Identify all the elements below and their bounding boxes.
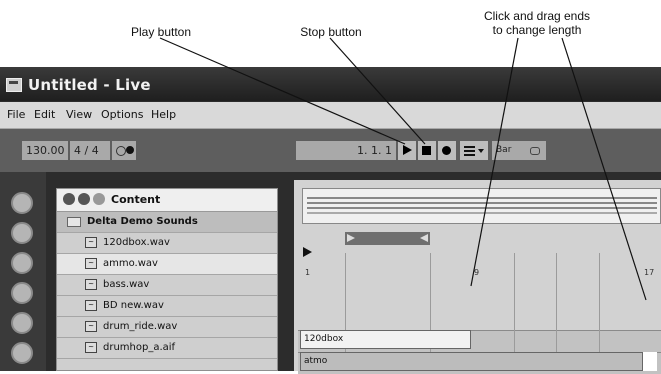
- metronome-icon: [116, 146, 126, 156]
- signature-field[interactable]: 4 / 4: [70, 141, 110, 160]
- title-bar: Untitled - Live: [0, 67, 661, 101]
- file-name: drumhop_a.aif: [103, 342, 176, 353]
- browser-header: Content: [57, 189, 277, 212]
- arrangement-view: 1 9 17 120dbox atmo: [294, 180, 661, 374]
- play-button[interactable]: [398, 141, 416, 160]
- overview-waveform: [307, 197, 657, 199]
- live-window: Untitled - Live File Edit View Options H…: [0, 67, 661, 374]
- list-item[interactable]: ~120dbox.wav: [57, 233, 277, 254]
- wav-file-icon: ~: [85, 321, 97, 332]
- list-item[interactable]: ~ bass.wav: [57, 275, 277, 296]
- quantize-field[interactable]: Bar: [492, 141, 546, 160]
- browser-mode-3-icon[interactable]: [93, 193, 105, 205]
- browser-header-label: Content: [111, 193, 161, 206]
- ruler-label: 17: [644, 268, 655, 277]
- wav-file-icon: ~: [85, 237, 97, 248]
- quantize-label: Bar: [496, 145, 512, 155]
- list-item[interactable]: ~ ammo.wav: [57, 254, 277, 275]
- plug-icon[interactable]: [11, 252, 33, 274]
- folder-label: Delta Demo Sounds: [87, 216, 198, 227]
- metronome-dot: [126, 146, 134, 154]
- file-browser: Content Delta Demo Sounds ~120dbox.wav ~…: [56, 188, 278, 371]
- annotation-stop: Stop button: [300, 25, 362, 39]
- menu-lines-icon: [464, 146, 475, 148]
- play-icon: [403, 145, 412, 155]
- menu-file[interactable]: File: [7, 108, 25, 121]
- browser-view-2-icon[interactable]: [11, 342, 33, 364]
- window-title: Untitled - Live: [28, 76, 151, 94]
- app-icon: [6, 78, 22, 92]
- chevron-down-icon: [478, 149, 484, 153]
- stop-icon: [422, 146, 431, 155]
- file-name: BD new.wav: [103, 300, 164, 311]
- arrow-left-icon[interactable]: [11, 192, 33, 214]
- file-name: drum_ride.wav: [103, 321, 178, 332]
- list-item[interactable]: ~ BD new.wav: [57, 296, 277, 317]
- loop-start-marker[interactable]: [347, 234, 355, 242]
- wav-file-icon: ~: [85, 258, 97, 269]
- folder-icon: [67, 217, 81, 227]
- tempo-field[interactable]: 130.00: [22, 141, 68, 160]
- annotation-drag-line2: to change length: [492, 23, 582, 37]
- menu-help[interactable]: Help: [151, 108, 176, 121]
- song-position-field[interactable]: 1. 1. 1: [296, 141, 396, 160]
- quantize-toggle-icon: [530, 147, 540, 155]
- folder-view-icon[interactable]: [11, 282, 33, 304]
- menu-options[interactable]: Options: [101, 108, 143, 121]
- loop-end-marker[interactable]: [420, 234, 428, 242]
- list-item[interactable]: ~ drum_ride.wav: [57, 317, 277, 338]
- list-item[interactable]: ~ drumhop_a.aif: [57, 338, 277, 359]
- clip-resize-handle[interactable]: [643, 352, 657, 371]
- annotation-play: Play button: [130, 25, 192, 39]
- wav-file-icon: ~: [85, 300, 97, 311]
- insert-marker-icon[interactable]: [303, 247, 312, 257]
- metronome-toggle[interactable]: [112, 141, 136, 160]
- record-icon: [442, 146, 451, 155]
- clip[interactable]: 120dbox: [300, 330, 471, 349]
- quantize-menu-button[interactable]: [460, 141, 488, 160]
- control-bar: 130.00 4 / 4 1. 1. 1 Bar: [0, 129, 661, 172]
- ruler-label: 9: [474, 268, 480, 277]
- menu-view[interactable]: View: [66, 108, 92, 121]
- file-name: ammo.wav: [103, 258, 158, 269]
- view-selector-strip: [0, 172, 46, 371]
- wav-file-icon: ~: [85, 342, 97, 353]
- loop-brace[interactable]: [345, 232, 430, 245]
- loop-icon[interactable]: [11, 222, 33, 244]
- file-name: bass.wav: [103, 279, 150, 290]
- file-name: 120dbox.wav: [103, 237, 170, 248]
- overview-strip[interactable]: [302, 188, 661, 224]
- menu-edit[interactable]: Edit: [34, 108, 55, 121]
- clip[interactable]: atmo: [300, 352, 643, 371]
- browser-mode-icon[interactable]: [63, 193, 75, 205]
- browser-folder-row[interactable]: Delta Demo Sounds: [57, 212, 277, 233]
- menu-bar: File Edit View Options Help: [0, 102, 661, 129]
- ruler-label: 1: [305, 268, 311, 277]
- annotation-drag-line1: Click and drag ends: [483, 9, 591, 23]
- record-button[interactable]: [438, 141, 456, 160]
- wav-file-icon: ~: [85, 279, 97, 290]
- browser-mode-2-icon[interactable]: [78, 193, 90, 205]
- stop-button[interactable]: [418, 141, 436, 160]
- browser-view-icon[interactable]: [11, 312, 33, 334]
